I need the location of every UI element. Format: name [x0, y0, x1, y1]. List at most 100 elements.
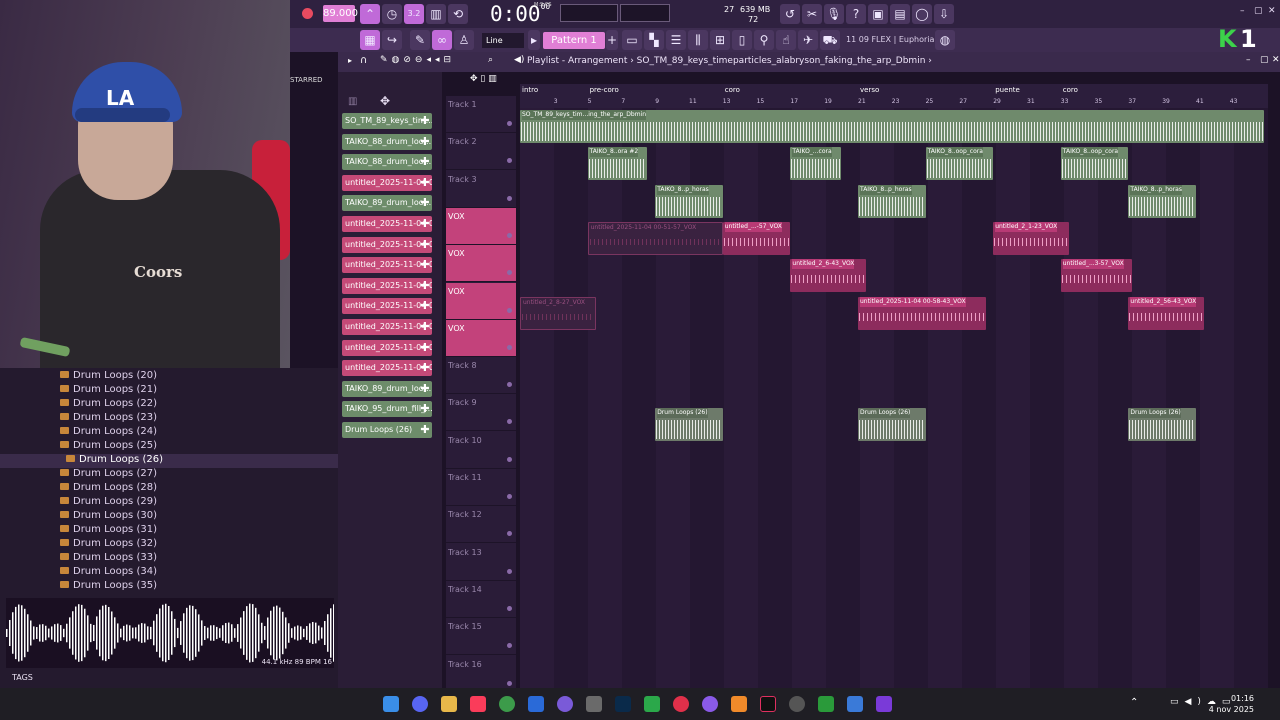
mixer-view-icon[interactable]: ⫼ — [688, 30, 708, 50]
picker-add-icon[interactable]: ✚ — [418, 340, 432, 356]
playlist-clip[interactable]: Drum Loops (26) — [858, 408, 926, 442]
chat-icon[interactable]: ◯ — [912, 4, 932, 24]
discord-icon[interactable] — [412, 696, 428, 712]
picker-add-icon[interactable]: ✚ — [418, 298, 432, 314]
track-header[interactable]: Track 15 — [446, 618, 516, 656]
arrow-icon[interactable]: ↪ — [382, 30, 402, 50]
loop-record-icon[interactable]: ⟲ — [448, 4, 468, 24]
playlist-clip[interactable]: TAIKO_8..oop_cora — [925, 147, 994, 181]
playlist-tools-icon[interactable]: ✎◍⊘⊖◂◂⊟ — [380, 55, 455, 65]
track-header[interactable]: Track 2 — [446, 133, 516, 171]
track-header[interactable]: Track 3 — [446, 171, 516, 208]
picker-add-icon[interactable]: ✚ — [418, 278, 432, 294]
arrangement-marker[interactable]: puente — [995, 86, 1020, 94]
track-mute-led[interactable] — [507, 605, 512, 611]
playlist-nav-icon[interactable]: ✥ ▯ ▥ — [470, 74, 520, 86]
track-mute-led[interactable] — [507, 270, 512, 276]
app-icon-1[interactable] — [557, 696, 573, 712]
playlist-clip[interactable]: untitled_2_56-43_VOX — [1128, 296, 1205, 330]
track-header[interactable]: Track 11 — [446, 469, 516, 506]
browser-item[interactable]: Drum Loops (20) — [60, 370, 157, 384]
track-mute-led[interactable] — [507, 344, 512, 350]
save-icon[interactable]: ▣ — [868, 4, 888, 24]
track-header[interactable]: Track 13 — [446, 544, 516, 581]
arrangement-marker[interactable]: coro — [1063, 86, 1078, 94]
track-header[interactable]: Track 9 — [446, 394, 516, 432]
track-mute-led[interactable] — [507, 382, 512, 388]
browser-item[interactable]: Drum Loops (27) — [60, 468, 157, 482]
undo-icon[interactable]: ↺ — [780, 4, 800, 24]
photoshop-icon[interactable] — [615, 696, 631, 712]
close-icon[interactable]: ✕ — [1268, 6, 1276, 16]
arrangement-marker[interactable]: verso — [860, 86, 879, 94]
picker-add-icon[interactable]: ✚ — [418, 360, 432, 376]
browser-item[interactable]: Drum Loops (25) — [60, 440, 157, 454]
taskbar-clock[interactable]: 01:16 4 nov 2025 — [1209, 693, 1254, 715]
track-header[interactable]: Track 14 — [446, 581, 516, 618]
music-icon[interactable] — [470, 696, 486, 712]
playlist-clip[interactable]: TAIKO_...cora — [790, 147, 842, 181]
track-header[interactable]: Track 1 — [446, 96, 516, 133]
browser-item[interactable]: Drum Loops (24) — [60, 426, 157, 440]
playlist-clip[interactable]: untitled_2025-11-04 00-58-43_VOX — [858, 296, 987, 330]
app-icon-6[interactable] — [876, 696, 892, 712]
picker-add-icon[interactable]: ✚ — [418, 319, 432, 335]
cut-icon[interactable]: ✂ — [802, 4, 822, 24]
browser-item[interactable]: Drum Loops (34) — [60, 566, 157, 580]
browser-item[interactable]: Drum Loops (28) — [60, 482, 157, 496]
track-mute-led[interactable] — [507, 531, 512, 537]
snap-select[interactable]: Line — [482, 33, 524, 48]
playlist-icon[interactable]: ▦ — [360, 30, 380, 50]
browser-item[interactable]: Drum Loops (21) — [60, 384, 157, 398]
playlist-clip[interactable]: SO_TM_89_keys_tim...ing_the_arp_Dbmin — [520, 110, 1264, 143]
playlist-clip[interactable]: untitled_...3-57_VOX — [1060, 259, 1132, 293]
piano-roll-icon[interactable]: ▚ — [644, 30, 664, 50]
playlist-view-icon[interactable]: ▭ — [622, 30, 642, 50]
maximize-icon[interactable]: ▢ — [1254, 6, 1263, 16]
pattern-select[interactable]: Pattern 1 — [543, 32, 605, 49]
track-header[interactable]: VOX — [446, 245, 516, 283]
windows-start-icon[interactable] — [383, 696, 399, 712]
file-explorer-icon[interactable] — [441, 696, 457, 712]
snap-arrow-icon[interactable]: ▸ — [528, 30, 540, 50]
app-icon-2[interactable] — [586, 696, 602, 712]
microphone-icon[interactable]: 🎙 — [824, 4, 844, 24]
picker-add-icon[interactable]: ✚ — [418, 113, 432, 129]
track-mute-led[interactable] — [507, 307, 512, 313]
pinterest-icon[interactable] — [673, 696, 689, 712]
browser-item[interactable]: Drum Loops (32) — [60, 538, 157, 552]
countdown-icon[interactable]: 3.2 — [404, 4, 424, 24]
playlist-menu-icon[interactable]: ▸ — [348, 56, 352, 65]
record-button[interactable] — [302, 8, 313, 19]
download-icon[interactable]: ⇩ — [934, 4, 954, 24]
track-header[interactable]: Track 16 — [446, 656, 516, 693]
track-mute-led[interactable] — [507, 121, 512, 126]
speaker-icon[interactable]: ◀) — [514, 55, 524, 65]
timeline-ruler[interactable]: intro pre-coro coro verso puente coro 3 5 7 9 11 13… — [520, 84, 1268, 108]
track-mute-led[interactable] — [507, 456, 512, 462]
track-header[interactable]: Track 12 — [446, 506, 516, 544]
track-header[interactable]: Track 10 — [446, 432, 516, 469]
fl-studio-icon[interactable] — [731, 696, 747, 712]
minimize-icon[interactable]: – — [1240, 6, 1245, 16]
plugin-icon[interactable]: ▯ — [732, 30, 752, 50]
sample-preview[interactable]: 44.1 kHz 89 BPM 16 — [6, 598, 335, 668]
browser-item[interactable]: Drum Loops (30) — [60, 510, 157, 524]
playlist-max-icon[interactable]: ▢ — [1260, 55, 1269, 65]
hint-icon[interactable]: ✈ — [798, 30, 818, 50]
app-icon-5[interactable] — [847, 696, 863, 712]
browser-item[interactable]: Drum Loops (26) — [0, 454, 338, 468]
track-mute-led[interactable] — [507, 643, 512, 649]
tempo-display[interactable]: 89.000 — [323, 5, 358, 22]
notes-icon[interactable] — [528, 696, 544, 712]
add-pattern-icon[interactable]: + — [606, 30, 618, 50]
track-header[interactable]: VOX — [446, 282, 516, 320]
track-mute-led[interactable] — [507, 680, 512, 686]
move-icon[interactable]: ✥ — [380, 94, 390, 108]
playlist-clip[interactable]: TAIKO_8..p_horas — [1128, 184, 1196, 218]
magnet-icon[interactable]: ∩ — [360, 55, 367, 66]
browser-item[interactable]: Drum Loops (29) — [60, 496, 157, 510]
picker-add-icon[interactable]: ✚ — [418, 237, 432, 253]
picker-add-icon[interactable]: ✚ — [418, 257, 432, 273]
arrangement-marker[interactable]: pre-coro — [590, 86, 619, 94]
